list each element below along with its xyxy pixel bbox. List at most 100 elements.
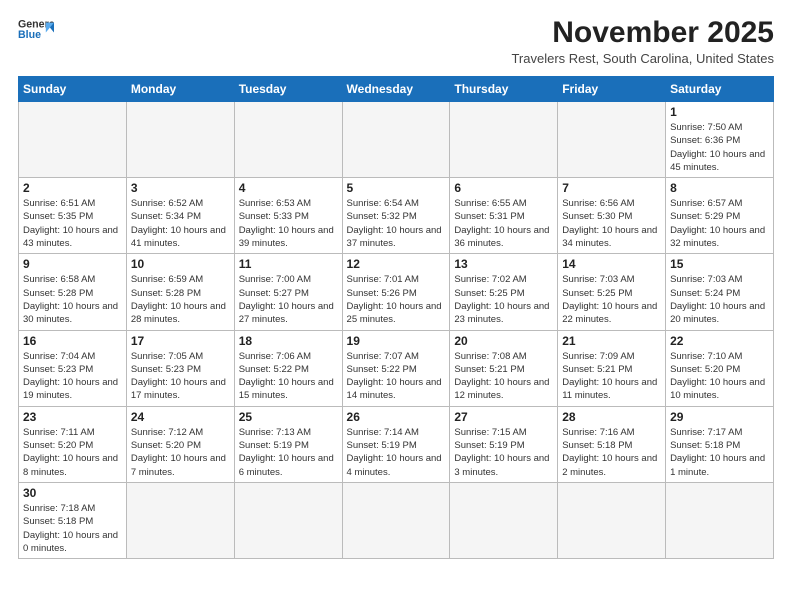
weekday-header-friday: Friday xyxy=(558,77,666,102)
day-number: 2 xyxy=(23,181,122,195)
day-cell xyxy=(234,102,342,178)
day-info: Sunrise: 7:06 AM Sunset: 5:22 PM Dayligh… xyxy=(239,350,338,403)
day-number: 1 xyxy=(670,105,769,119)
day-number: 28 xyxy=(562,410,661,424)
day-cell: 13Sunrise: 7:02 AM Sunset: 5:25 PM Dayli… xyxy=(450,254,558,330)
title-block: November 2025 Travelers Rest, South Caro… xyxy=(511,16,774,66)
week-row-2: 2Sunrise: 6:51 AM Sunset: 5:35 PM Daylig… xyxy=(19,178,774,254)
day-cell xyxy=(450,482,558,558)
page: General Blue November 2025 Travelers Res… xyxy=(0,0,792,612)
day-info: Sunrise: 7:08 AM Sunset: 5:21 PM Dayligh… xyxy=(454,350,553,403)
day-number: 15 xyxy=(670,257,769,271)
day-number: 23 xyxy=(23,410,122,424)
day-cell: 20 Sunrise: 7:08 AM Sunset: 5:21 PM Dayli… xyxy=(450,330,558,406)
day-number: 26 xyxy=(347,410,446,424)
week-row-1: 1 Sunrise: 7:50 AM Sunset: 6:36 PM Daylig… xyxy=(19,102,774,178)
generalblue-logo-icon: General Blue xyxy=(18,16,54,44)
week-row-3: 9Sunrise: 6:58 AM Sunset: 5:28 PM Daylig… xyxy=(19,254,774,330)
header: General Blue November 2025 Travelers Res… xyxy=(18,16,774,66)
day-cell xyxy=(19,102,127,178)
day-cell: 23 Sunrise: 7:11 AM Sunset: 5:20 PM Dayli… xyxy=(19,406,127,482)
day-cell: 30Sunrise: 7:18 AM Sunset: 5:18 PM Dayli… xyxy=(19,482,127,558)
day-cell: 7Sunrise: 6:56 AM Sunset: 5:30 PM Daylig… xyxy=(558,178,666,254)
logo: General Blue xyxy=(18,16,54,44)
day-cell: 16 Sunrise: 7:04 AM Sunset: 5:23 PM Dayli… xyxy=(19,330,127,406)
day-number: 6 xyxy=(454,181,553,195)
day-info: Sunrise: 7:11 AM Sunset: 5:20 PM Dayligh… xyxy=(23,426,122,479)
day-number: 19 xyxy=(347,334,446,348)
day-cell: 12 Sunrise: 7:01 AM Sunset: 5:26 PM Dayli… xyxy=(342,254,450,330)
day-info: Sunrise: 7:02 AM Sunset: 5:25 PM Dayligh… xyxy=(454,273,553,326)
day-cell: 24Sunrise: 7:12 AM Sunset: 5:20 PM Dayli… xyxy=(126,406,234,482)
day-number: 22 xyxy=(670,334,769,348)
week-row-5: 23 Sunrise: 7:11 AM Sunset: 5:20 PM Dayli… xyxy=(19,406,774,482)
day-info: Sunrise: 7:50 AM Sunset: 6:36 PM Dayligh… xyxy=(670,121,769,174)
day-number: 20 xyxy=(454,334,553,348)
day-info: Sunrise: 7:09 AM Sunset: 5:21 PM Dayligh… xyxy=(562,350,661,403)
day-number: 9 xyxy=(23,257,122,271)
week-row-6: 30Sunrise: 7:18 AM Sunset: 5:18 PM Dayli… xyxy=(19,482,774,558)
day-cell: 27 Sunrise: 7:15 AM Sunset: 5:19 PM Dayli… xyxy=(450,406,558,482)
day-number: 5 xyxy=(347,181,446,195)
day-info: Sunrise: 7:00 AM Sunset: 5:27 PM Dayligh… xyxy=(239,273,338,326)
day-cell: 8Sunrise: 6:57 AM Sunset: 5:29 PM Daylig… xyxy=(666,178,774,254)
day-number: 30 xyxy=(23,486,122,500)
day-cell xyxy=(126,102,234,178)
day-cell xyxy=(234,482,342,558)
day-cell xyxy=(450,102,558,178)
day-info: Sunrise: 7:07 AM Sunset: 5:22 PM Dayligh… xyxy=(347,350,446,403)
day-number: 4 xyxy=(239,181,338,195)
day-cell xyxy=(558,482,666,558)
day-info: Sunrise: 6:55 AM Sunset: 5:31 PM Dayligh… xyxy=(454,197,553,250)
day-cell xyxy=(666,482,774,558)
day-number: 12 xyxy=(347,257,446,271)
day-number: 24 xyxy=(131,410,230,424)
month-title: November 2025 xyxy=(511,16,774,49)
day-cell: 22Sunrise: 7:10 AM Sunset: 5:20 PM Dayli… xyxy=(666,330,774,406)
day-number: 27 xyxy=(454,410,553,424)
day-info: Sunrise: 6:53 AM Sunset: 5:33 PM Dayligh… xyxy=(239,197,338,250)
day-cell: 9Sunrise: 6:58 AM Sunset: 5:28 PM Daylig… xyxy=(19,254,127,330)
day-number: 3 xyxy=(131,181,230,195)
day-cell: 6 Sunrise: 6:55 AM Sunset: 5:31 PM Daylig… xyxy=(450,178,558,254)
day-cell: 18 Sunrise: 7:06 AM Sunset: 5:22 PM Dayli… xyxy=(234,330,342,406)
day-info: Sunrise: 7:01 AM Sunset: 5:26 PM Dayligh… xyxy=(347,273,446,326)
day-number: 14 xyxy=(562,257,661,271)
day-number: 17 xyxy=(131,334,230,348)
day-cell: 4 Sunrise: 6:53 AM Sunset: 5:33 PM Daylig… xyxy=(234,178,342,254)
day-info: Sunrise: 7:04 AM Sunset: 5:23 PM Dayligh… xyxy=(23,350,122,403)
day-info: Sunrise: 6:54 AM Sunset: 5:32 PM Dayligh… xyxy=(347,197,446,250)
day-cell: 2Sunrise: 6:51 AM Sunset: 5:35 PM Daylig… xyxy=(19,178,127,254)
weekday-header-sunday: Sunday xyxy=(19,77,127,102)
weekday-header-tuesday: Tuesday xyxy=(234,77,342,102)
day-info: Sunrise: 7:03 AM Sunset: 5:25 PM Dayligh… xyxy=(562,273,661,326)
day-cell: 1 Sunrise: 7:50 AM Sunset: 6:36 PM Daylig… xyxy=(666,102,774,178)
day-cell xyxy=(558,102,666,178)
day-cell: 15 Sunrise: 7:03 AM Sunset: 5:24 PM Dayli… xyxy=(666,254,774,330)
day-cell: 21 Sunrise: 7:09 AM Sunset: 5:21 PM Dayli… xyxy=(558,330,666,406)
day-cell: 25 Sunrise: 7:13 AM Sunset: 5:19 PM Dayli… xyxy=(234,406,342,482)
day-cell: 14 Sunrise: 7:03 AM Sunset: 5:25 PM Dayli… xyxy=(558,254,666,330)
day-cell: 11 Sunrise: 7:00 AM Sunset: 5:27 PM Dayli… xyxy=(234,254,342,330)
day-number: 29 xyxy=(670,410,769,424)
day-number: 25 xyxy=(239,410,338,424)
day-number: 21 xyxy=(562,334,661,348)
day-number: 11 xyxy=(239,257,338,271)
day-cell: 3Sunrise: 6:52 AM Sunset: 5:34 PM Daylig… xyxy=(126,178,234,254)
day-info: Sunrise: 7:16 AM Sunset: 5:18 PM Dayligh… xyxy=(562,426,661,479)
day-cell xyxy=(342,102,450,178)
day-number: 18 xyxy=(239,334,338,348)
day-cell: 10Sunrise: 6:59 AM Sunset: 5:28 PM Dayli… xyxy=(126,254,234,330)
day-cell: 19 Sunrise: 7:07 AM Sunset: 5:22 PM Dayli… xyxy=(342,330,450,406)
week-row-4: 16 Sunrise: 7:04 AM Sunset: 5:23 PM Dayli… xyxy=(19,330,774,406)
day-info: Sunrise: 7:15 AM Sunset: 5:19 PM Dayligh… xyxy=(454,426,553,479)
day-number: 7 xyxy=(562,181,661,195)
day-info: Sunrise: 7:13 AM Sunset: 5:19 PM Dayligh… xyxy=(239,426,338,479)
svg-text:Blue: Blue xyxy=(18,29,41,41)
day-cell: 17Sunrise: 7:05 AM Sunset: 5:23 PM Dayli… xyxy=(126,330,234,406)
day-number: 16 xyxy=(23,334,122,348)
weekday-header-monday: Monday xyxy=(126,77,234,102)
day-info: Sunrise: 7:17 AM Sunset: 5:18 PM Dayligh… xyxy=(670,426,769,479)
day-number: 10 xyxy=(131,257,230,271)
day-info: Sunrise: 7:03 AM Sunset: 5:24 PM Dayligh… xyxy=(670,273,769,326)
